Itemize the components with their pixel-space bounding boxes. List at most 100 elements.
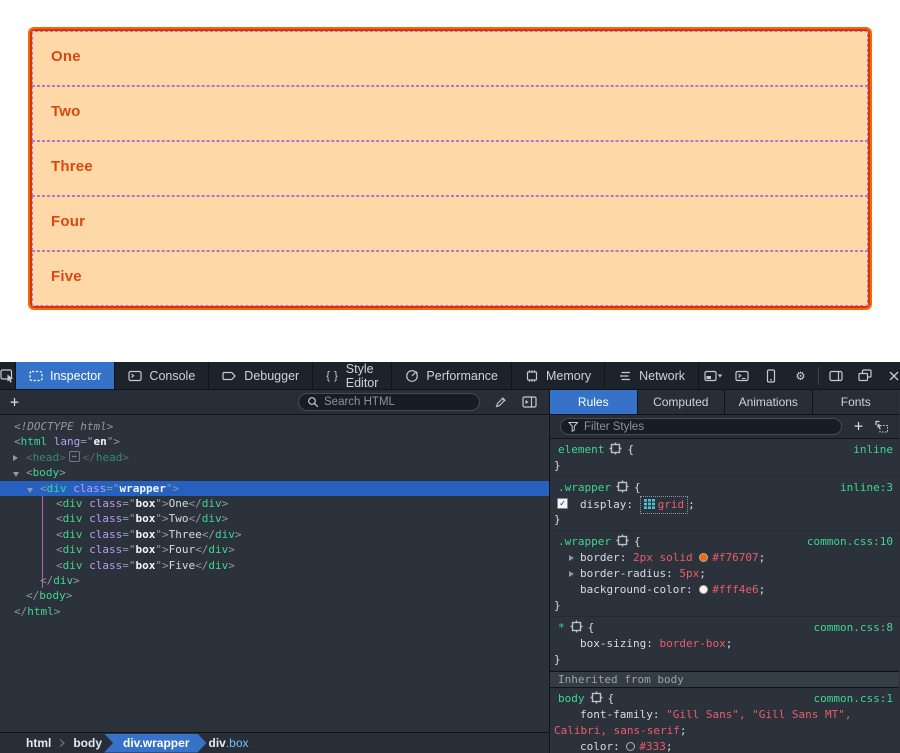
tab-performance[interactable]: Performance bbox=[392, 362, 512, 389]
markup-token: div bbox=[53, 574, 73, 587]
color-swatch[interactable] bbox=[626, 742, 635, 751]
split-console-button[interactable] bbox=[728, 362, 757, 390]
markup-token: div bbox=[208, 543, 228, 556]
markup-token: class bbox=[89, 528, 122, 541]
markup-token: head bbox=[96, 451, 123, 464]
selector-highlighter-icon[interactable] bbox=[570, 620, 583, 633]
tab-inspector[interactable]: Inspector bbox=[16, 362, 115, 389]
color-swatch[interactable] bbox=[699, 553, 708, 562]
markup-token: > bbox=[122, 451, 129, 464]
pseudo-class-toggle-icon[interactable] bbox=[875, 420, 889, 433]
tab-style-editor[interactable]: { }Style Editor bbox=[313, 362, 392, 389]
rule-source-link[interactable]: inline bbox=[853, 442, 893, 458]
markup-line[interactable]: </div> bbox=[0, 573, 549, 588]
expand-computed-arrow[interactable] bbox=[569, 555, 574, 561]
debugger-icon bbox=[222, 370, 237, 382]
close-brace: } bbox=[550, 652, 899, 668]
settings-button[interactable]: ⚙ bbox=[786, 362, 815, 390]
expand-arrow[interactable] bbox=[27, 488, 33, 493]
markup-token: > bbox=[59, 466, 66, 479]
dock-options-button[interactable] bbox=[699, 362, 728, 390]
selector-highlighter-icon[interactable] bbox=[616, 534, 629, 547]
markup-token: < bbox=[14, 435, 21, 448]
tab-console[interactable]: Console bbox=[115, 362, 209, 389]
add-node-button[interactable]: + bbox=[10, 395, 19, 410]
markup-token: box bbox=[136, 497, 156, 510]
grid-value-box: grid bbox=[640, 496, 689, 514]
dock-options-icon bbox=[704, 370, 723, 382]
collapsed-content-badge[interactable]: ⋯ bbox=[69, 451, 80, 462]
rule-source-link[interactable]: inline:3 bbox=[840, 480, 893, 496]
color-swatch[interactable] bbox=[699, 585, 708, 594]
css-declaration-wrap: Calibri, sans-serif; bbox=[550, 723, 899, 739]
css-declaration: color: #333; bbox=[550, 739, 899, 753]
tab-rules[interactable]: Rules bbox=[550, 390, 638, 414]
sidebar-tabs: RulesComputedAnimationsFonts bbox=[550, 390, 899, 415]
responsive-mode-button[interactable] bbox=[757, 362, 786, 390]
search-html-input[interactable] bbox=[324, 396, 454, 408]
markup-line[interactable]: </body> bbox=[0, 588, 549, 603]
markup-line[interactable]: <div class="box">Two</div> bbox=[0, 511, 549, 526]
markup-line[interactable]: <div class="wrapper"> bbox=[0, 481, 549, 496]
split-console-icon bbox=[735, 370, 749, 382]
selector-highlighter-icon[interactable] bbox=[590, 691, 603, 704]
dock-side-button[interactable] bbox=[822, 362, 851, 390]
tab-computed[interactable]: Computed bbox=[638, 390, 726, 414]
rule-header: element{inline bbox=[550, 442, 899, 458]
declaration-checkbox[interactable]: ✓ bbox=[557, 498, 568, 509]
rules-list: element{inline}.wrapper{inline:3✓display… bbox=[550, 439, 899, 753]
selector-highlighter-icon[interactable] bbox=[609, 442, 622, 455]
tab-animations[interactable]: Animations bbox=[725, 390, 813, 414]
breadcrumb-item-div.box[interactable]: div.box bbox=[208, 736, 248, 750]
expand-computed-arrow[interactable] bbox=[569, 571, 574, 577]
tab-memory[interactable]: Memory bbox=[512, 362, 605, 389]
search-html-box[interactable] bbox=[298, 393, 480, 411]
separate-window-button[interactable] bbox=[851, 362, 880, 390]
markup-token: </ bbox=[189, 512, 202, 525]
eyedropper-icon[interactable] bbox=[494, 395, 508, 409]
markup-line[interactable]: <div class="box">One</div> bbox=[0, 496, 549, 511]
close-button[interactable] bbox=[880, 362, 900, 390]
three-pane-toggle-icon[interactable] bbox=[522, 396, 537, 408]
markup-line[interactable]: <div class="box">Three</div> bbox=[0, 527, 549, 542]
markup-line[interactable]: <div class="box">Four</div> bbox=[0, 542, 549, 557]
markup-token: Four bbox=[169, 543, 196, 556]
breadcrumb-item-div.wrapper[interactable]: div.wrapper bbox=[104, 734, 206, 753]
css-value: #333 bbox=[639, 740, 666, 753]
tab-debugger[interactable]: Debugger bbox=[209, 362, 313, 389]
tab-network[interactable]: Network bbox=[605, 362, 699, 389]
expand-arrow[interactable] bbox=[13, 472, 19, 477]
responsive-mode-icon bbox=[766, 369, 776, 383]
markup-token: en bbox=[94, 435, 107, 448]
markup-line[interactable]: </html> bbox=[0, 604, 549, 619]
breadcrumb-item-html[interactable]: html bbox=[26, 736, 51, 750]
markup-token: > bbox=[228, 559, 235, 572]
markup-token: "> bbox=[107, 435, 120, 448]
grid-highlighter-icon[interactable] bbox=[644, 499, 655, 509]
add-rule-button[interactable]: + bbox=[854, 419, 863, 434]
markup-line[interactable]: <html lang="en"> bbox=[0, 434, 549, 449]
selector-highlighter-icon[interactable] bbox=[616, 480, 629, 493]
pick-element-button[interactable] bbox=[0, 362, 16, 389]
search-icon bbox=[307, 396, 319, 408]
markup-token: </ bbox=[195, 559, 208, 572]
markup-line[interactable]: <head>⋯</head> bbox=[0, 450, 549, 465]
markup-line[interactable]: <body> bbox=[0, 465, 549, 480]
markup-token: box bbox=[136, 528, 156, 541]
markup-line[interactable]: <div class="box">Five</div> bbox=[0, 558, 549, 573]
breadcrumb-item-body[interactable]: body bbox=[73, 736, 102, 750]
css-value: 5px bbox=[679, 567, 699, 580]
expand-arrow[interactable] bbox=[13, 455, 18, 461]
open-brace: { bbox=[634, 481, 641, 494]
filter-styles-box[interactable] bbox=[560, 418, 842, 435]
grid-box-five: Five bbox=[32, 251, 868, 306]
filter-styles-input[interactable] bbox=[584, 421, 764, 433]
tab-fonts[interactable]: Fonts bbox=[813, 390, 900, 414]
rule-header: .wrapper{inline:3 bbox=[550, 480, 899, 496]
markup-line[interactable]: <!DOCTYPE html> bbox=[0, 419, 549, 434]
rule-source-link[interactable]: common.css:1 bbox=[814, 691, 893, 707]
markup-token: =" bbox=[122, 497, 135, 510]
rule-source-link[interactable]: common.css:8 bbox=[814, 620, 893, 636]
rule-source-link[interactable]: common.css:10 bbox=[807, 534, 893, 550]
breadcrumb-class: .box bbox=[226, 736, 249, 750]
